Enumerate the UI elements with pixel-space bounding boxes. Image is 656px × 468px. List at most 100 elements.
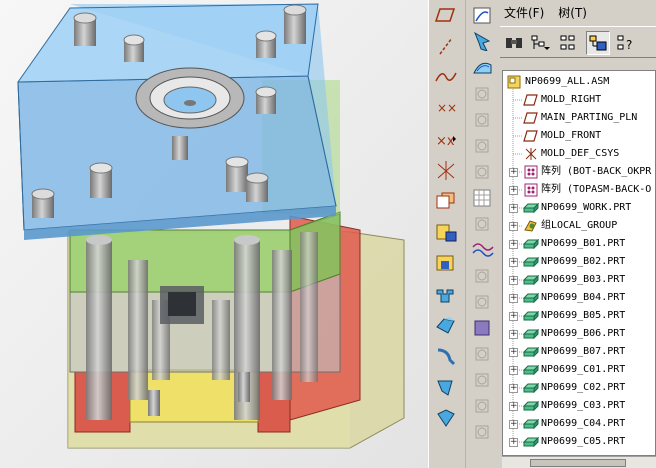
csys-tool-icon[interactable] <box>433 159 459 181</box>
expand-icon[interactable]: + <box>509 312 518 321</box>
grid-tool-icon[interactable] <box>470 186 496 208</box>
tree-item[interactable]: MOLD_FRONT <box>503 127 655 145</box>
tree-item-label: NP0699_B05.PRT <box>541 310 626 321</box>
disabled-icon <box>470 108 496 130</box>
tree-item[interactable]: MOLD_RIGHT <box>503 91 655 109</box>
expand-icon[interactable]: + <box>509 384 518 393</box>
expand-icon[interactable]: + <box>509 240 518 249</box>
datum-plane-tool-icon[interactable] <box>433 4 459 26</box>
svg-text:×x: ×x <box>436 134 455 149</box>
disabled-icon <box>470 420 496 442</box>
part-icon <box>522 255 540 269</box>
svg-text:?: ? <box>626 38 632 52</box>
tree-item-label: 组LOCAL_GROUP <box>541 220 618 231</box>
mold-volume-icon[interactable] <box>433 252 459 274</box>
feature-toolbar: ×× ×x <box>428 0 500 468</box>
tree-item[interactable]: + NP0699_B06.PRT <box>503 325 655 343</box>
disabled-icon <box>470 368 496 390</box>
tree-item[interactable]: + NP0699_C01.PRT <box>503 361 655 379</box>
datum-plane-icon <box>523 129 539 143</box>
part-icon <box>522 399 540 413</box>
settings-tree-icon[interactable] <box>528 31 552 55</box>
part-icon <box>522 291 540 305</box>
shade-icon[interactable] <box>470 316 496 338</box>
model-viewport[interactable] <box>0 0 428 468</box>
tree-item[interactable]: + NP0699_B03.PRT <box>503 271 655 289</box>
tree-item[interactable]: + NP0699_WORK.PRT <box>503 199 655 217</box>
tree-item[interactable]: + NP0699_B05.PRT <box>503 307 655 325</box>
model-tree[interactable]: NP0699_ALL.ASM MOLD_RIGHT MAIN_PARTING_PL… <box>502 70 656 456</box>
orient-icon[interactable] <box>470 30 496 52</box>
menu-tree[interactable]: 树(T) <box>558 4 587 21</box>
tree-item[interactable]: + 阵列 (BOT-BACK_OKPR <box>503 163 655 181</box>
mold-assembly-render[interactable] <box>0 0 428 468</box>
pattern-icon <box>523 183 539 197</box>
show-icon[interactable] <box>502 31 526 55</box>
tree-filter-icon[interactable] <box>586 31 610 55</box>
sketch-surface-icon[interactable] <box>470 56 496 78</box>
volume-split-icon[interactable] <box>433 283 459 305</box>
expand-icon[interactable]: + <box>509 222 518 231</box>
tree-item[interactable]: + NP0699_B07.PRT <box>503 343 655 361</box>
tree-item-label: NP0699_B01.PRT <box>541 238 626 249</box>
tree-item-label: NP0699_B03.PRT <box>541 274 626 285</box>
tree-item[interactable]: + NP0699_C04.PRT <box>503 415 655 433</box>
tree-item[interactable]: MOLD_DEF_CSYS <box>503 145 655 163</box>
point-offset-tool-icon[interactable]: ×x <box>433 128 459 150</box>
tree-item[interactable]: + NP0699_B02.PRT <box>503 253 655 271</box>
datum-axis-tool-icon[interactable] <box>433 35 459 57</box>
wave-icon[interactable] <box>470 238 496 260</box>
tree-item[interactable]: MAIN_PARTING_PLN <box>503 109 655 127</box>
scrollbar-thumb[interactable] <box>530 459 626 467</box>
datum-curve-tool-icon[interactable] <box>433 66 459 88</box>
expand-icon[interactable]: + <box>509 276 518 285</box>
tree-item[interactable]: + NP0699_B01.PRT <box>503 235 655 253</box>
disabled-icon <box>470 212 496 234</box>
expand-icon[interactable]: + <box>509 186 518 195</box>
tree-root[interactable]: NP0699_ALL.ASM <box>503 73 655 91</box>
flow-icon[interactable] <box>433 376 459 398</box>
disabled-icon <box>470 264 496 286</box>
tree-root-label: NP0699_ALL.ASM <box>525 76 610 87</box>
component-create-icon[interactable] <box>433 221 459 243</box>
disabled-icon <box>470 82 496 104</box>
tree-item[interactable]: + NP0699_C05.PRT <box>503 433 655 451</box>
cooling-icon[interactable] <box>433 407 459 429</box>
expand-icon[interactable]: + <box>509 168 518 177</box>
columns-icon[interactable] <box>556 31 580 55</box>
expand-icon[interactable]: + <box>509 348 518 357</box>
expand-icon[interactable]: + <box>509 204 518 213</box>
tree-item[interactable]: + NP0699_C02.PRT <box>503 379 655 397</box>
tree-toolbar: ? <box>500 26 656 58</box>
part-icon <box>522 237 540 251</box>
parting-surface-icon[interactable] <box>433 314 459 336</box>
tree-horizontal-scrollbar[interactable] <box>502 456 656 468</box>
tree-item-label: 阵列 (TOPASM-BACK-O <box>541 184 652 195</box>
expand-icon[interactable]: + <box>509 438 518 447</box>
part-icon <box>522 381 540 395</box>
expand-icon[interactable]: + <box>509 330 518 339</box>
tree-item[interactable]: + NP0699_B04.PRT <box>503 289 655 307</box>
expand-icon[interactable]: + <box>509 420 518 429</box>
analysis-tool-icon[interactable] <box>433 190 459 212</box>
menu-file[interactable]: 文件(F) <box>504 4 544 21</box>
sketch-tool-icon[interactable] <box>470 4 496 26</box>
tree-item-label: NP0699_C01.PRT <box>541 364 626 375</box>
disabled-icon <box>470 394 496 416</box>
tree-item[interactable]: + 阵列 (TOPASM-BACK-O <box>503 181 655 199</box>
tree-item[interactable]: + NP0699_C03.PRT <box>503 397 655 415</box>
tree-item-label: NP0699_B07.PRT <box>541 346 626 357</box>
more-icon[interactable]: ? <box>614 31 638 55</box>
part-icon <box>522 435 540 449</box>
pattern-icon <box>523 165 539 179</box>
expand-icon[interactable]: + <box>509 294 518 303</box>
expand-icon[interactable]: + <box>509 366 518 375</box>
part-icon <box>522 345 540 359</box>
svg-text:××: ×× <box>437 101 457 115</box>
extract-icon[interactable] <box>433 345 459 367</box>
datum-point-tool-icon[interactable]: ×× <box>433 97 459 119</box>
expand-icon[interactable]: + <box>509 258 518 267</box>
tree-item-label: NP0699_C04.PRT <box>541 418 626 429</box>
expand-icon[interactable]: + <box>509 402 518 411</box>
tree-item[interactable]: + 组LOCAL_GROUP <box>503 217 655 235</box>
